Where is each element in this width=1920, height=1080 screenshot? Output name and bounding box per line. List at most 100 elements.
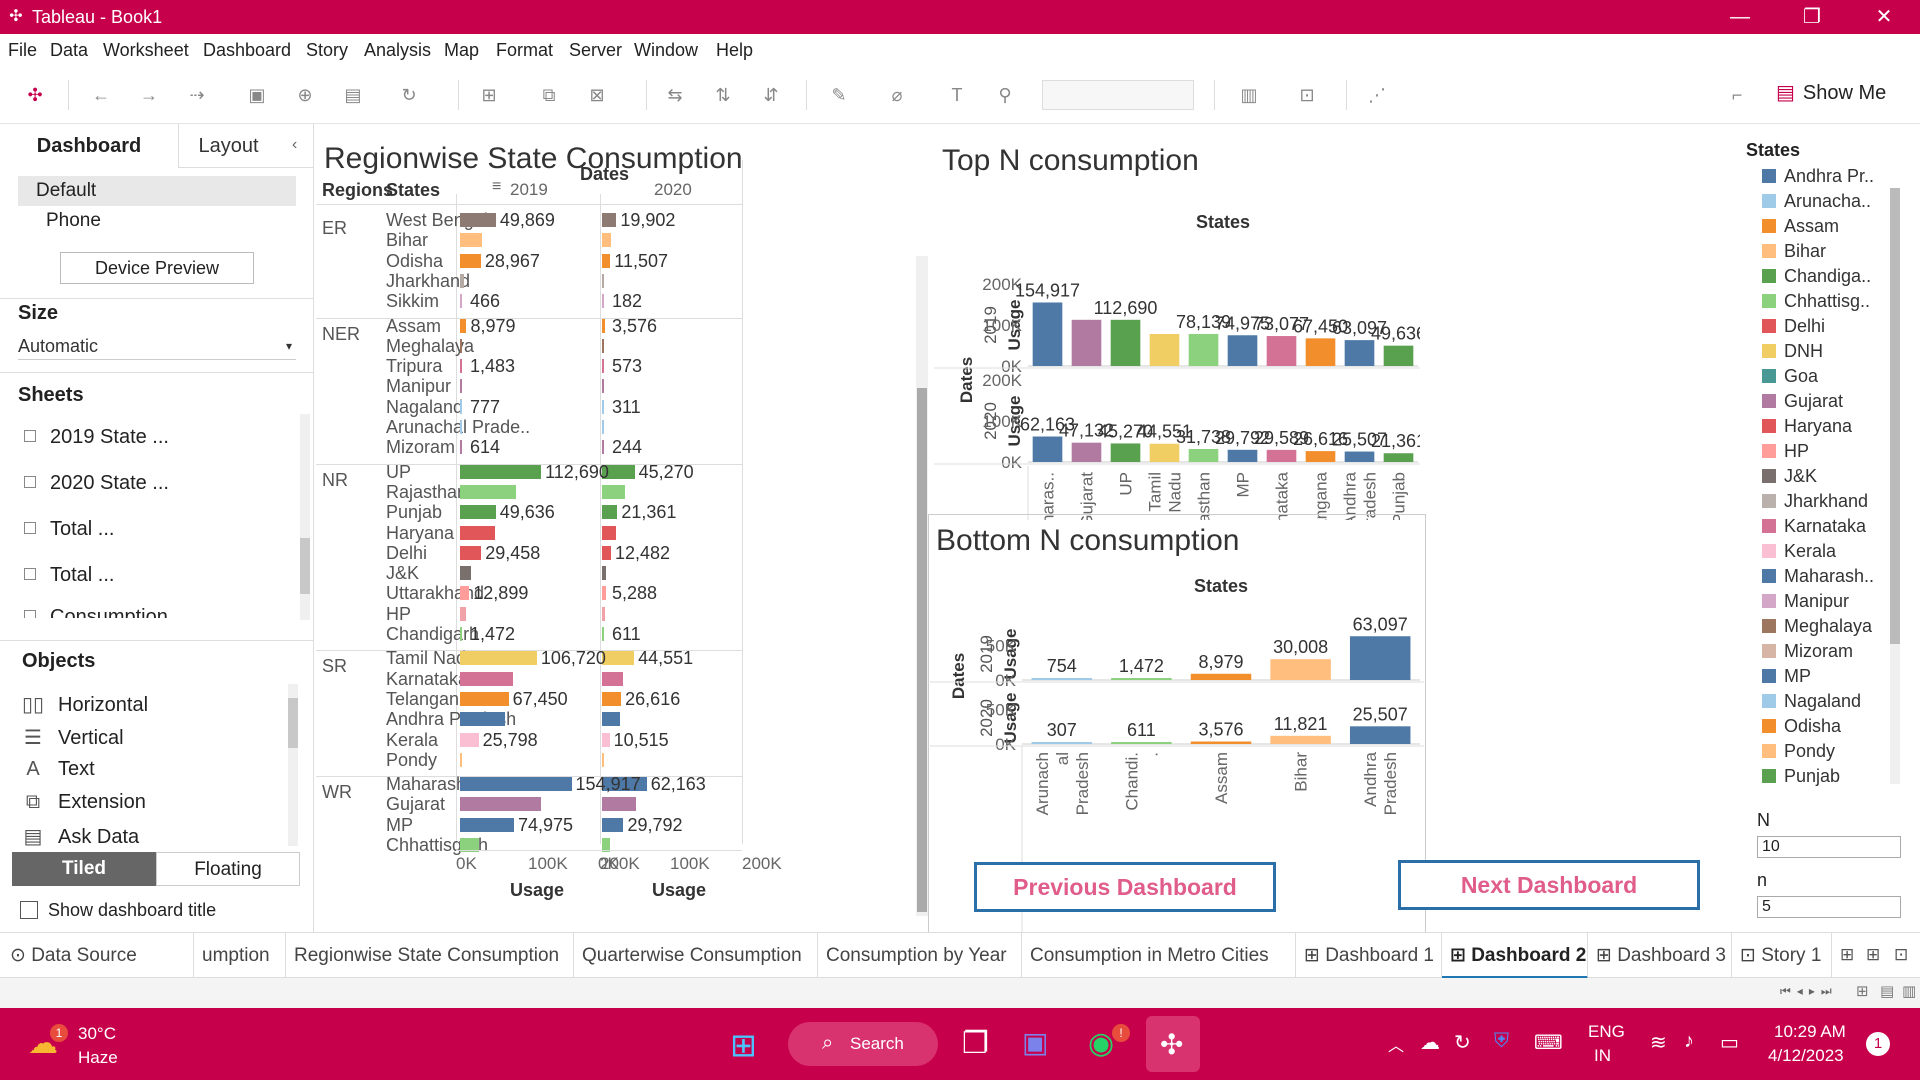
minimize-button[interactable]: — [1710,2,1770,32]
wifi-icon[interactable]: ≋ [1650,1030,1667,1055]
sort-descending-icon[interactable]: ⇵ [760,84,782,106]
legend-item[interactable]: Jharkhand [1762,491,1868,512]
bar-2020[interactable] [602,525,616,540]
labels-icon[interactable]: T [946,84,968,106]
tab-by-year[interactable]: Consumption by Year [818,933,1022,979]
bar-2020[interactable] [602,273,604,288]
scrollbar-thumb[interactable] [1890,188,1900,644]
bar-2019[interactable] [460,464,542,479]
param-n2-input[interactable]: 5 [1757,896,1901,918]
fit-dropdown[interactable] [1042,80,1194,110]
legend-item[interactable]: Chhattisg.. [1762,291,1870,312]
legend-item[interactable]: Kerala [1762,541,1836,562]
bar-2020[interactable] [602,233,611,248]
object-text[interactable]: A Text [22,758,94,781]
tray-chevron-icon[interactable]: ︿ [1388,1032,1404,1056]
bar[interactable] [1190,673,1252,680]
show-cards-icon[interactable]: ▥ [1238,84,1260,106]
legend-item[interactable]: Manipur [1762,591,1849,612]
menu-data[interactable]: Data [50,40,88,61]
bar-2020[interactable] [602,586,606,601]
legend-item[interactable]: Delhi [1762,316,1825,337]
bar-2020[interactable] [602,545,611,560]
group-icon[interactable]: ⌀ [886,84,908,106]
objects-scrollbar[interactable] [288,684,298,846]
param-n-input[interactable]: 10 [1757,836,1901,858]
legend-item[interactable]: Chandiga.. [1762,266,1871,287]
weather-temp[interactable]: 30°C [78,1024,116,1044]
bar-2019[interactable] [460,294,462,309]
bar[interactable] [1111,742,1172,744]
lang-eng[interactable]: ENG [1588,1022,1625,1042]
tab-dashboard-1[interactable]: ⊞ Dashboard 1 [1296,933,1442,979]
bar[interactable] [1305,338,1336,366]
legend-item[interactable]: MP [1762,666,1811,687]
sheet-item[interactable]: 2019 State ... [24,426,169,449]
menu-format[interactable]: Format [496,40,553,61]
bar[interactable] [1266,449,1297,462]
bar-2019[interactable] [460,338,462,353]
menu-dashboard[interactable]: Dashboard [203,40,291,61]
legend-item[interactable]: Karnataka [1762,516,1866,537]
bar-2019[interactable] [460,752,462,767]
legend-item[interactable]: DNH [1762,341,1823,362]
bar-2020[interactable] [602,671,624,686]
collapse-pane-icon[interactable]: ‹ [292,136,297,154]
legend-item[interactable]: Goa [1762,366,1818,387]
legend-item[interactable]: Maharash.. [1762,566,1874,587]
volume-icon[interactable]: ♪ [1684,1030,1694,1053]
bar[interactable] [1111,678,1172,680]
bar[interactable] [1149,443,1180,462]
scrollbar-thumb[interactable] [917,388,927,912]
menu-analysis[interactable]: Analysis [364,40,431,61]
highlight-icon[interactable]: ✎ [828,84,850,106]
bar-2020[interactable] [602,566,607,581]
sheet-item-partial[interactable]: Consumption... [0,604,296,618]
save-icon[interactable]: ▣ [246,84,268,106]
close-button[interactable]: ✕ [1854,2,1914,32]
tiled-button[interactable]: Tiled [12,852,156,886]
bar-2019[interactable] [460,712,506,727]
lang-in[interactable]: IN [1594,1046,1611,1066]
scrollbar-thumb[interactable] [288,698,298,748]
legend-item[interactable]: Haryana [1762,416,1852,437]
bar[interactable] [1270,735,1331,744]
sheet-item[interactable]: Total ... [24,518,114,541]
bar-2019[interactable] [460,651,537,666]
bar-2019[interactable] [460,525,495,540]
bar-2019[interactable] [460,627,462,641]
bar[interactable] [1110,319,1141,366]
bar-2020[interactable] [602,379,604,394]
notification-badge[interactable]: 1 [1866,1032,1890,1056]
bar[interactable] [1383,453,1414,462]
teams-icon[interactable]: ▣ [1022,1026,1048,1059]
bar[interactable] [1031,678,1093,680]
bar-2020[interactable] [602,691,622,706]
bar-2020[interactable] [602,627,604,641]
bar-2019[interactable] [460,399,462,414]
bar-2019[interactable] [460,671,513,686]
bar[interactable] [1071,319,1102,366]
bar[interactable] [1188,448,1219,462]
bar-2020[interactable] [602,359,604,374]
clear-icon[interactable]: ⊠ [586,84,608,106]
grid-view-icon[interactable]: ⊞ [1856,982,1869,1000]
list-view-icon[interactable]: ▤ [1880,982,1894,1000]
bar-2019[interactable] [460,797,541,812]
menu-file[interactable]: File [8,40,37,61]
pin-icon[interactable]: ⚲ [994,84,1016,106]
tab-data-source[interactable]: ⊙ Data Source [2,933,194,979]
bar-2019[interactable] [460,691,509,706]
duplicate-icon[interactable]: ⧉ [538,84,560,106]
bar-2019[interactable] [460,359,462,374]
legend-item[interactable]: Odisha [1762,716,1841,737]
filmstrip-view-icon[interactable]: ▥ [1902,982,1916,1000]
bar-2020[interactable] [602,752,604,767]
sheets-scrollbar[interactable] [300,414,310,620]
show-me-button[interactable]: ▤ Show Me [1776,80,1886,105]
bar-2020[interactable] [602,817,624,832]
menu-help[interactable]: Help [716,40,753,61]
tab-regionwise[interactable]: Regionwise State Consumption [286,933,574,979]
bar-2019[interactable] [460,566,471,581]
bar[interactable] [1190,741,1252,744]
